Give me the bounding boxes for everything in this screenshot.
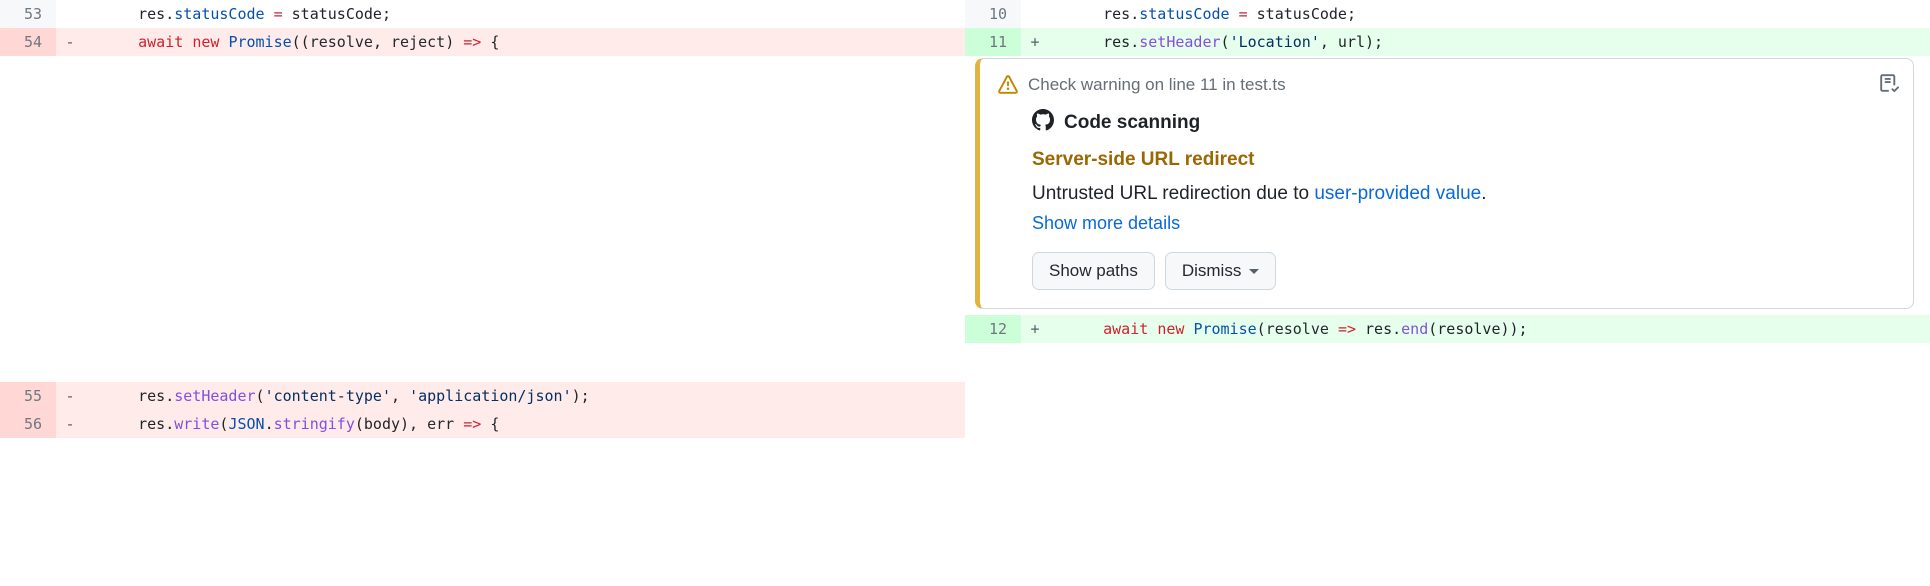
code-content: res.statusCode = statusCode; [84,0,965,28]
diff-line[interactable]: 53 res.statusCode = statusCode; [0,0,965,28]
line-number[interactable]: 54 [0,28,56,56]
empty-region [0,56,965,382]
show-more-details-link[interactable]: Show more details [1032,213,1180,234]
dismiss-button[interactable]: Dismiss [1165,252,1277,290]
diff-marker: - [56,410,84,438]
code-content: await new Promise((resolve, reject) => { [84,28,965,56]
diff-line[interactable]: 11+ res.setHeader('Location', url); [965,28,1930,56]
line-number[interactable]: 56 [0,410,56,438]
diff-right: 10 res.statusCode = statusCode;11+ res.s… [965,0,1930,438]
line-number[interactable]: 55 [0,382,56,410]
diff-marker: - [56,382,84,410]
alert-provider-label: Code scanning [1064,112,1200,134]
line-number[interactable]: 12 [965,315,1021,343]
diff-line[interactable]: 12+ await new Promise(resolve => res.end… [965,315,1930,343]
code-scanning-alert: Check warning on line 11 in test.ts Code… [975,58,1914,309]
code-content: res.setHeader('content-type', 'applicati… [84,382,965,410]
diff-line[interactable]: 54- await new Promise((resolve, reject) … [0,28,965,56]
alert-title: Server-side URL redirect [1032,149,1895,171]
code-content: res.setHeader('Location', url); [1049,28,1930,56]
diff-line[interactable]: 55- res.setHeader('content-type', 'appli… [0,382,965,410]
diff-line[interactable]: 56- res.write(JSON.stringify(body), err … [0,410,965,438]
code-scanning-alert-container: Check warning on line 11 in test.ts Code… [965,56,1930,315]
diff-left: 53 res.statusCode = statusCode;54- await… [0,0,965,438]
line-number[interactable]: 11 [965,28,1021,56]
chevron-down-icon [1249,269,1259,274]
line-number[interactable]: 53 [0,0,56,28]
diff-marker: + [1021,28,1049,56]
diff-marker: + [1021,315,1049,343]
alert-description: Untrusted URL redirection due to user-pr… [1032,183,1895,205]
diff-marker [1021,0,1049,28]
alert-check-label: Check warning on line 11 in test.ts [1028,75,1286,95]
alert-source-link[interactable]: user-provided value [1314,183,1481,204]
diff-marker: - [56,28,84,56]
diff-line[interactable]: 10 res.statusCode = statusCode; [965,0,1930,28]
diff-split-view: 53 res.statusCode = statusCode;54- await… [0,0,1930,438]
show-paths-button[interactable]: Show paths [1032,252,1155,290]
checklist-icon[interactable] [1879,73,1899,97]
line-number[interactable]: 10 [965,0,1021,28]
code-content: res.statusCode = statusCode; [1049,0,1930,28]
code-content: res.write(JSON.stringify(body), err => { [84,410,965,438]
alert-provider: Code scanning [1032,109,1895,137]
diff-marker [56,0,84,28]
warning-icon [998,75,1018,95]
alert-header: Check warning on line 11 in test.ts [998,75,1895,95]
github-icon [1032,109,1054,137]
code-content: await new Promise(resolve => res.end(res… [1049,315,1930,343]
empty-line [965,343,1930,371]
